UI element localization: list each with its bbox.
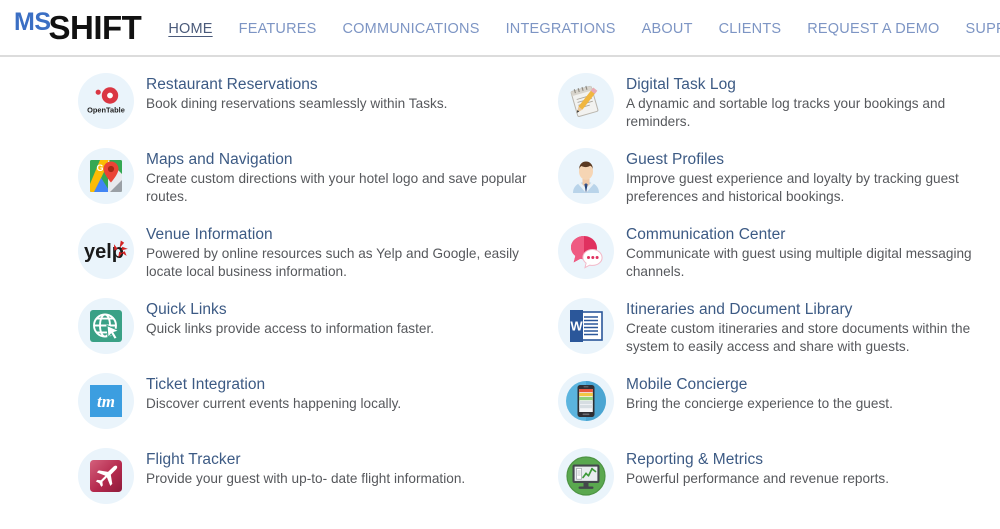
feature-title: Reporting & Metrics [626, 451, 764, 468]
svg-text:W: W [570, 319, 583, 334]
feature-mobile-concierge[interactable]: Mobile Concierge Bring the concierge exp… [558, 371, 980, 446]
nav-item-request-a-demo[interactable]: REQUEST A DEMO [807, 19, 939, 39]
feature-title: Itineraries and Document Library [626, 301, 853, 318]
feature-reporting-and-metrics[interactable]: Reporting & Metrics Powerful performance… [558, 446, 980, 521]
svg-text:tm: tm [97, 392, 115, 411]
feature-title: Digital Task Log [626, 76, 736, 93]
notepad-pencil-icon [558, 73, 614, 129]
feature-text: Maps and Navigation Create custom direct… [146, 146, 528, 205]
opentable-icon: OpenTable [78, 73, 134, 129]
feature-title: Ticket Integration [146, 376, 266, 393]
feature-restaurant-reservations[interactable]: OpenTable Restaurant Reservations Book d… [78, 71, 528, 146]
site-logo[interactable]: MS SHIFT [14, 7, 142, 47]
feature-text: Ticket Integration Discover current even… [146, 371, 401, 413]
feature-description: Powered by online resources such as Yelp… [146, 246, 519, 279]
smartphone-icon [558, 373, 614, 429]
nav-item-about[interactable]: ABOUT [642, 19, 693, 39]
feature-description: Quick links provide access to informatio… [146, 321, 435, 336]
nav-item-home[interactable]: HOME [168, 19, 212, 39]
feature-text: Digital Task Log A dynamic and sortable … [626, 71, 980, 130]
feature-description: Powerful performance and revenue reports… [626, 471, 890, 486]
nav-item-features[interactable]: FEATURES [239, 19, 317, 39]
google-maps-icon: G [78, 148, 134, 204]
feature-text: Restaurant Reservations Book dining rese… [146, 71, 447, 113]
word-document-icon: W [558, 298, 614, 354]
feature-title: Communication Center [626, 226, 786, 243]
feature-title: Quick Links [146, 301, 227, 318]
feature-text: Flight Tracker Provide your guest with u… [146, 446, 465, 488]
feature-maps-and-navigation[interactable]: G Maps and Navigation Create custom dire… [78, 146, 528, 221]
feature-description: Bring the concierge experience to the gu… [626, 396, 893, 411]
feature-ticket-integration[interactable]: tm Ticket Integration Discover current e… [78, 371, 528, 446]
nav-item-support[interactable]: SUPPORT [966, 19, 1000, 39]
feature-description: Book dining reservations seamlessly with… [146, 96, 448, 111]
feature-quick-links[interactable]: Quick Links Quick links provide access t… [78, 296, 528, 371]
feature-digital-task-log[interactable]: Digital Task Log A dynamic and sortable … [558, 71, 980, 146]
feature-guest-profiles[interactable]: Guest Profiles Improve guest experience … [558, 146, 980, 221]
feature-description: Discover current events happening locall… [146, 396, 402, 411]
feature-title: Flight Tracker [146, 451, 241, 468]
feature-text: Venue Information Powered by online reso… [146, 221, 528, 280]
logo-name-text: SHIFT [48, 8, 142, 46]
site-header: MS SHIFT HOME FEATURES COMMUNICATIONS IN… [0, 0, 1000, 57]
logo-prefix-text: MS [14, 7, 51, 36]
feature-text: Itineraries and Document Library Create … [626, 296, 980, 355]
feature-text: Mobile Concierge Bring the concierge exp… [626, 371, 893, 413]
feature-title: Guest Profiles [626, 151, 725, 168]
svg-text:OpenTable: OpenTable [87, 106, 125, 115]
feature-communication-center[interactable]: Communication Center Communicate with gu… [558, 221, 980, 296]
feature-title: Restaurant Reservations [146, 76, 318, 93]
feature-title: Maps and Navigation [146, 151, 293, 168]
feature-description: Create custom directions with your hotel… [146, 171, 527, 204]
feature-flight-tracker[interactable]: Flight Tracker Provide your guest with u… [78, 446, 528, 521]
feature-itineraries-and-document-library[interactable]: W Itineraries and Document Library Creat… [558, 296, 980, 371]
globe-cursor-icon [78, 298, 134, 354]
monitor-chart-icon [558, 448, 614, 504]
feature-text: Reporting & Metrics Powerful performance… [626, 446, 889, 488]
feature-text: Quick Links Quick links provide access t… [146, 296, 434, 338]
feature-description: Communicate with guest using multiple di… [626, 246, 972, 279]
airplane-icon [78, 448, 134, 504]
main-navigation: HOME FEATURES COMMUNICATIONS INTEGRATION… [168, 19, 1000, 39]
feature-description: Create custom itineraries and store docu… [626, 321, 971, 354]
feature-description: Improve guest experience and loyalty by … [626, 171, 959, 204]
feature-text: Communication Center Communicate with gu… [626, 221, 980, 280]
nav-item-integrations[interactable]: INTEGRATIONS [506, 19, 616, 39]
yelp-icon: yelp [78, 223, 134, 279]
features-grid: OpenTable Restaurant Reservations Book d… [0, 71, 1000, 521]
feature-venue-information[interactable]: yelp Venue Information Powered by online… [78, 221, 528, 296]
ticketmaster-icon: tm [78, 373, 134, 429]
svg-text:yelp: yelp [84, 241, 124, 263]
nav-item-communications[interactable]: COMMUNICATIONS [343, 19, 480, 39]
feature-description: A dynamic and sortable log tracks your b… [626, 96, 946, 129]
nav-item-clients[interactable]: CLIENTS [719, 19, 782, 39]
guest-avatar-icon [558, 148, 614, 204]
feature-title: Mobile Concierge [626, 376, 748, 393]
feature-description: Provide your guest with up-to- date flig… [146, 471, 466, 486]
feature-text: Guest Profiles Improve guest experience … [626, 146, 980, 205]
chat-bubbles-icon [558, 223, 614, 279]
svg-text:G: G [97, 163, 104, 173]
feature-title: Venue Information [146, 226, 273, 243]
features-section: OpenTable Restaurant Reservations Book d… [0, 57, 1000, 521]
